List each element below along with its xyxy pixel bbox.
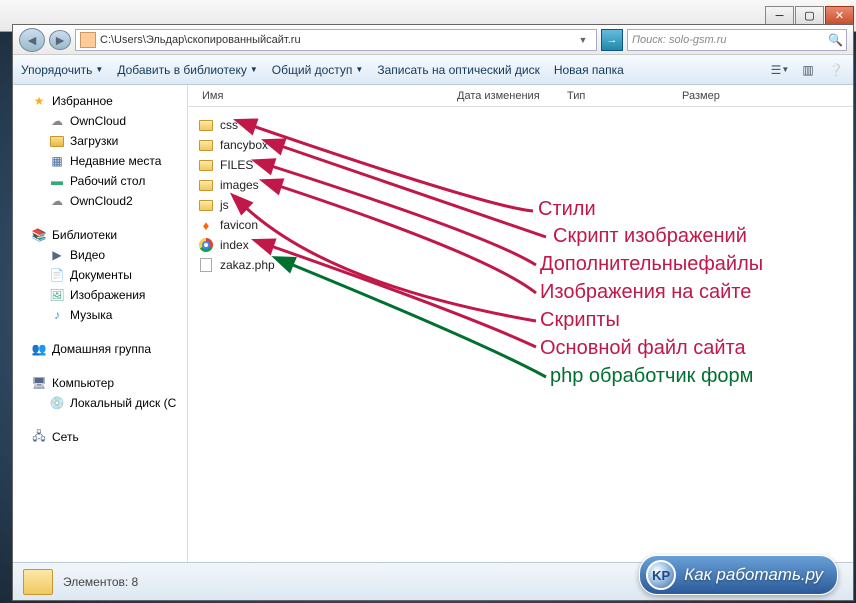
address-dropdown[interactable]: ▼ bbox=[574, 35, 592, 45]
address-row: ◄ ► C:\Users\Эльдар\скопированныйсайт.ru… bbox=[13, 25, 853, 55]
file-row[interactable]: images bbox=[194, 175, 853, 195]
sidebar-homegroup-header[interactable]: 👥Домашняя группа bbox=[13, 339, 187, 359]
document-icon: 📄 bbox=[49, 267, 65, 283]
file-name: images bbox=[220, 178, 259, 192]
file-row[interactable]: js bbox=[194, 195, 853, 215]
sidebar-item-owncloud2[interactable]: ☁OwnCloud2 bbox=[13, 191, 187, 211]
organize-button[interactable]: Упорядочить▼ bbox=[21, 63, 103, 77]
refresh-button[interactable]: → bbox=[601, 29, 623, 51]
watermark: KP Как работать.ру bbox=[639, 555, 838, 595]
sidebar-libraries-header[interactable]: 📚Библиотеки bbox=[13, 225, 187, 245]
file-row[interactable]: css bbox=[194, 115, 853, 135]
status-item-count: Элементов: 8 bbox=[63, 575, 138, 589]
file-row[interactable]: FILES bbox=[194, 155, 853, 175]
column-headers: Имя Дата изменения Тип Размер bbox=[188, 85, 853, 107]
share-button[interactable]: Общий доступ▼ bbox=[272, 63, 364, 77]
sidebar-network-header[interactable]: 🖧Сеть bbox=[13, 427, 187, 447]
sidebar-item-owncloud[interactable]: ☁OwnCloud bbox=[13, 111, 187, 131]
file-name: fancybox bbox=[220, 138, 268, 152]
cloud-icon: ☁ bbox=[49, 113, 65, 129]
view-options-button[interactable]: ☰▼ bbox=[771, 61, 789, 79]
minimize-button[interactable]: ─ bbox=[765, 6, 794, 26]
maximize-button[interactable]: ▢ bbox=[795, 6, 824, 26]
sidebar-item-recent[interactable]: ▦Недавние места bbox=[13, 151, 187, 171]
file-name: js bbox=[220, 198, 229, 212]
forward-button[interactable]: ► bbox=[49, 30, 71, 50]
sidebar-item-music[interactable]: ♪Музыка bbox=[13, 305, 187, 325]
sidebar-computer-header[interactable]: 🖥Компьютер bbox=[13, 373, 187, 393]
homegroup-icon: 👥 bbox=[31, 341, 47, 357]
file-name: css bbox=[220, 118, 238, 132]
sidebar-item-desktop[interactable]: ▬Рабочий стол bbox=[13, 171, 187, 191]
star-icon: ★ bbox=[31, 93, 47, 109]
sidebar-item-video[interactable]: ▶Видео bbox=[13, 245, 187, 265]
folder-icon bbox=[198, 177, 214, 193]
add-to-library-button[interactable]: Добавить в библиотеку▼ bbox=[117, 63, 257, 77]
help-button[interactable]: ❔ bbox=[827, 61, 845, 79]
toolbar: Упорядочить▼ Добавить в библиотеку▼ Общи… bbox=[13, 55, 853, 85]
file-row[interactable]: ♦ favicon bbox=[194, 215, 853, 235]
downloads-icon bbox=[49, 133, 65, 149]
file-name: index bbox=[220, 238, 249, 252]
file-list-pane: Имя Дата изменения Тип Размер css fancybo… bbox=[188, 85, 853, 562]
sidebar-item-localdisk[interactable]: 💿Локальный диск (C bbox=[13, 393, 187, 413]
file-name: favicon bbox=[220, 218, 258, 232]
explorer-window: ◄ ► C:\Users\Эльдар\скопированныйсайт.ru… bbox=[12, 24, 854, 601]
folder-icon bbox=[198, 197, 214, 213]
favicon-icon: ♦ bbox=[198, 217, 214, 233]
recent-icon: ▦ bbox=[49, 153, 65, 169]
column-type[interactable]: Тип bbox=[559, 90, 674, 102]
back-button[interactable]: ◄ bbox=[19, 28, 45, 52]
file-name: zakaz.php bbox=[220, 258, 275, 272]
annotation-label: Скрипты bbox=[540, 309, 620, 332]
annotation-label: Изображения на сайте bbox=[540, 281, 751, 304]
image-icon: 🖼 bbox=[49, 287, 65, 303]
file-row[interactable]: index bbox=[194, 235, 853, 255]
search-icon: 🔍 bbox=[828, 33, 842, 47]
sidebar-favorites-header[interactable]: ★Избранное bbox=[13, 91, 187, 111]
music-icon: ♪ bbox=[49, 307, 65, 323]
new-folder-button[interactable]: Новая папка bbox=[554, 63, 624, 77]
library-icon: 📚 bbox=[31, 227, 47, 243]
watermark-badge: KP bbox=[646, 560, 676, 590]
folder-icon bbox=[198, 117, 214, 133]
network-icon: 🖧 bbox=[31, 429, 47, 445]
folder-icon bbox=[198, 137, 214, 153]
folder-icon bbox=[198, 157, 214, 173]
file-row[interactable]: fancybox bbox=[194, 135, 853, 155]
preview-pane-button[interactable]: ▥ bbox=[799, 61, 817, 79]
column-date[interactable]: Дата изменения bbox=[449, 90, 559, 102]
sidebar-item-images[interactable]: 🖼Изображения bbox=[13, 285, 187, 305]
sidebar-item-documents[interactable]: 📄Документы bbox=[13, 265, 187, 285]
file-icon bbox=[198, 257, 214, 273]
computer-icon: 🖥 bbox=[31, 375, 47, 391]
search-input[interactable]: Поиск: solo-gsm.ru 🔍 bbox=[627, 29, 847, 51]
address-bar[interactable]: C:\Users\Эльдар\скопированныйсайт.ru ▼ bbox=[75, 29, 597, 51]
cloud-icon: ☁ bbox=[49, 193, 65, 209]
search-placeholder: Поиск: solo-gsm.ru bbox=[632, 34, 828, 46]
watermark-text: Как работать.ру bbox=[684, 565, 823, 585]
burn-button[interactable]: Записать на оптический диск bbox=[377, 63, 540, 77]
address-path: C:\Users\Эльдар\скопированныйсайт.ru bbox=[100, 34, 570, 46]
file-row[interactable]: zakaz.php bbox=[194, 255, 853, 275]
navigation-pane: ★Избранное ☁OwnCloud Загрузки ▦Недавние … bbox=[13, 85, 188, 562]
column-name[interactable]: Имя bbox=[194, 90, 449, 102]
sidebar-item-downloads[interactable]: Загрузки bbox=[13, 131, 187, 151]
folder-icon bbox=[80, 32, 96, 48]
column-size[interactable]: Размер bbox=[674, 90, 754, 102]
chrome-icon bbox=[198, 237, 214, 253]
disk-icon: 💿 bbox=[49, 395, 65, 411]
annotation-label: Основной файл сайта bbox=[540, 337, 746, 360]
desktop-icon: ▬ bbox=[49, 173, 65, 189]
status-folder-icon bbox=[23, 569, 53, 595]
video-icon: ▶ bbox=[49, 247, 65, 263]
close-button[interactable]: ✕ bbox=[825, 6, 854, 26]
annotation-label: php обработчик форм bbox=[550, 365, 753, 388]
file-name: FILES bbox=[220, 158, 253, 172]
